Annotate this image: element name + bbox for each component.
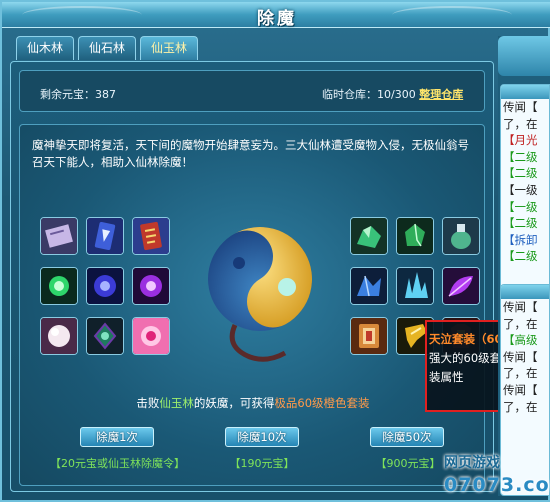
item-slot-green-orb[interactable] bbox=[40, 267, 78, 305]
news-line: 了，在 bbox=[503, 366, 538, 381]
news-line: 了，在 bbox=[503, 116, 538, 131]
item-slot-jade-vase[interactable] bbox=[442, 217, 480, 255]
warehouse: 临时仓库：10/300 整理仓库 bbox=[322, 86, 463, 102]
site-logo: 网页游戏 07073.com bbox=[440, 448, 550, 502]
news-line: 传闻【 bbox=[503, 300, 538, 314]
item-slot-jade-pendant[interactable] bbox=[86, 317, 124, 355]
reward-middle: 的妖魔，可获得 bbox=[193, 396, 275, 410]
item-slot-rune[interactable] bbox=[86, 217, 124, 255]
news-line: 【二级 bbox=[503, 166, 538, 181]
item-slot-talisman[interactable] bbox=[132, 217, 170, 255]
purple-orb-icon bbox=[133, 268, 169, 304]
side-panel: 传闻【 了，在 【月光 【二级 【二级 【一级 【一级 【二级 【拆卸 【二级 … bbox=[498, 36, 550, 496]
exorcise-1-cost: 【20元宝或仙玉林除魔令】 bbox=[50, 457, 185, 470]
news-line: 【拆卸 bbox=[503, 232, 538, 247]
logo-number: 07073.com bbox=[444, 474, 550, 496]
yin-yang-orb-icon bbox=[208, 227, 312, 362]
exorcise-10-button[interactable]: 除魔10次 bbox=[225, 427, 299, 447]
item-slot-spell-book[interactable] bbox=[350, 317, 388, 355]
blue-crystal-icon bbox=[351, 268, 387, 304]
status-bar: 剩余元宝：387 临时仓库：10/300 整理仓库 bbox=[19, 70, 485, 112]
news-line: 【高级 bbox=[503, 333, 538, 348]
item-slot-emerald[interactable] bbox=[396, 217, 434, 255]
emerald-icon bbox=[397, 218, 433, 254]
spell-book-icon bbox=[351, 318, 387, 354]
news-line: 【月光 bbox=[503, 133, 538, 148]
content-panel: 魔神挚天即将复活，天下间的魔物开始肆意妄为。三大仙林遭受魔物入侵，无极仙翁号召天… bbox=[19, 124, 485, 486]
news-line: 了，在 bbox=[503, 399, 538, 414]
tab-xianmulin[interactable]: 仙木林 bbox=[16, 36, 75, 60]
swirl-decoration bbox=[22, 6, 142, 24]
news-line: 【一级 bbox=[503, 182, 538, 197]
scroll-icon bbox=[41, 218, 77, 254]
pink-flower-icon bbox=[133, 318, 169, 354]
jade-vase-icon bbox=[443, 218, 479, 254]
swirl-decoration bbox=[392, 6, 512, 24]
exorcise-50-button[interactable]: 除魔50次 bbox=[370, 427, 444, 447]
talisman-icon bbox=[133, 218, 169, 254]
news-line: 【二级 bbox=[503, 216, 538, 231]
purple-feather-icon bbox=[443, 268, 479, 304]
item-slot-green-stone[interactable] bbox=[350, 217, 388, 255]
news-line: 传闻【 bbox=[503, 100, 538, 114]
news-box-1: 传闻【 了，在 【月光 【二级 【二级 【一级 【一级 【二级 【拆卸 【二级 bbox=[500, 84, 550, 308]
reward-forest: 仙玉林 bbox=[159, 396, 194, 410]
item-slot-purple-feather[interactable] bbox=[442, 267, 480, 305]
organize-warehouse-link[interactable]: 整理仓库 bbox=[419, 88, 463, 101]
balance-value: 387 bbox=[95, 88, 116, 101]
rune-icon bbox=[87, 218, 123, 254]
exorcise-1-button[interactable]: 除魔1次 bbox=[80, 427, 154, 447]
exorcise-10-cost: 【190元宝】 bbox=[229, 457, 295, 470]
item-slot-purple-orb[interactable] bbox=[132, 267, 170, 305]
news-line: 【二级 bbox=[503, 149, 538, 164]
item-slot-blue-orb[interactable] bbox=[86, 267, 124, 305]
main-panel: 剩余元宝：387 临时仓库：10/300 整理仓库 魔神挚天即将复活，天下间的魔… bbox=[10, 61, 494, 492]
warehouse-value: 10/300 bbox=[377, 88, 416, 101]
news-line: 传闻【 bbox=[503, 382, 538, 397]
balance-label: 剩余元宝： bbox=[40, 88, 95, 101]
tab-xianyulin[interactable]: 仙玉林 bbox=[140, 36, 199, 60]
pearl-icon bbox=[41, 318, 77, 354]
news-line: 【二级 bbox=[503, 249, 538, 264]
description-text: 魔神挚天即将复活，天下间的魔物开始肆意妄为。三大仙林遭受魔物入侵，无极仙翁号召天… bbox=[32, 138, 469, 169]
tab-bar: 仙木林 仙石林 仙玉林 bbox=[16, 36, 202, 61]
ice-crystal-icon bbox=[397, 268, 433, 304]
item-slot-scroll[interactable] bbox=[40, 217, 78, 255]
item-slot-pink-flower[interactable] bbox=[132, 317, 170, 355]
title-bar: 除魔 bbox=[2, 2, 550, 29]
reward-item: 极品60级橙色套装 bbox=[274, 396, 370, 410]
warehouse-label: 临时仓库： bbox=[322, 88, 377, 101]
reward-prefix: 击败 bbox=[136, 396, 160, 410]
item-slot-ice-crystal[interactable] bbox=[396, 267, 434, 305]
reward-text: 击败仙玉林的妖魔，可获得极品60级橙色套装 bbox=[20, 395, 486, 411]
window-title: 除魔 bbox=[257, 9, 297, 29]
green-orb-icon bbox=[41, 268, 77, 304]
balance: 剩余元宝：387 bbox=[40, 86, 116, 102]
item-slot-blue-crystal[interactable] bbox=[350, 267, 388, 305]
tab-xianshilin[interactable]: 仙石林 bbox=[78, 36, 137, 60]
green-stone-icon bbox=[351, 218, 387, 254]
news-line: 传闻【 bbox=[503, 349, 538, 364]
news-line: 了，在 bbox=[503, 316, 538, 331]
news-box-header bbox=[501, 85, 549, 99]
blue-orb-icon bbox=[87, 268, 123, 304]
item-slot-pearl[interactable] bbox=[40, 317, 78, 355]
logo-name: 网页游戏 bbox=[444, 455, 500, 471]
news-line: 【一级 bbox=[503, 199, 538, 214]
news-box-header bbox=[501, 285, 549, 299]
jade-pendant-icon bbox=[87, 318, 123, 354]
side-panel-header bbox=[498, 36, 550, 76]
